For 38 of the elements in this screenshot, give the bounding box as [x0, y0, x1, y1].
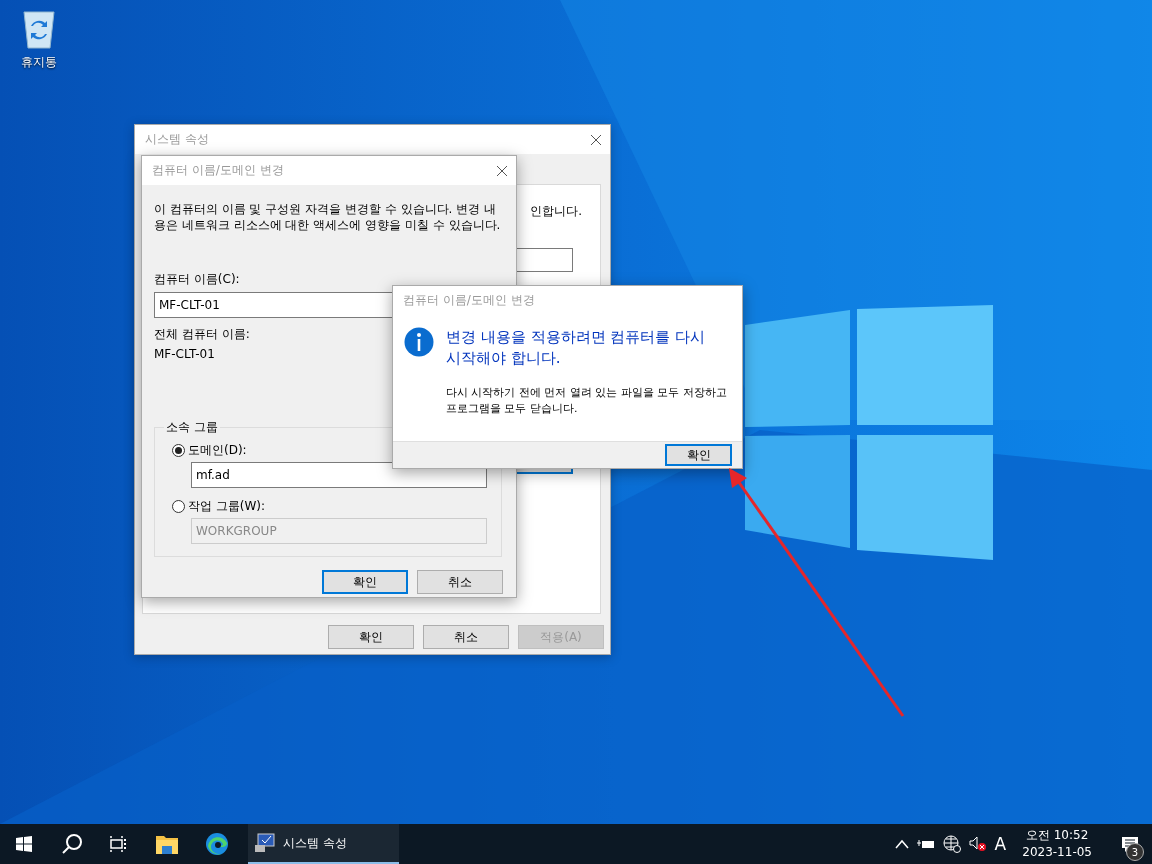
- edge-browser-icon[interactable]: [205, 832, 229, 856]
- computer-icon: [254, 833, 276, 853]
- radio-button[interactable]: [172, 444, 185, 457]
- globe-icon[interactable]: [942, 835, 961, 853]
- desktop-icon-label[interactable]: 휴지통: [21, 54, 57, 71]
- notification-button[interactable]: 3: [1108, 824, 1152, 864]
- clock[interactable]: 오전 10:52 2023-11-05: [1022, 827, 1092, 861]
- radio-label[interactable]: 도메인(D):: [188, 442, 247, 459]
- message-heading: 변경 내용을 적용하려면 컴퓨터를 다시 시작해야 합니다.: [446, 327, 707, 369]
- dialog-button[interactable]: 확인: [328, 625, 414, 649]
- dialog-button[interactable]: 취소: [417, 570, 503, 594]
- window-title: 컴퓨터 이름/도메인 변경: [152, 162, 284, 179]
- dialog-button[interactable]: 취소: [423, 625, 509, 649]
- search-icon[interactable]: [60, 833, 83, 855]
- input-field[interactable]: mf.ad: [191, 462, 487, 488]
- recycle-bin-icon[interactable]: [21, 8, 57, 50]
- message-text: 다시 시작하기 전에 먼저 열려 있는 파일을 모두 저장하고 프로그램을 모두 닫습니다.: [446, 385, 728, 417]
- field-label: 전체 컴퓨터 이름:: [154, 326, 250, 343]
- notification-count: 3: [1126, 843, 1144, 861]
- window-title: 시스템 속성: [145, 131, 209, 148]
- group-title: 소속 그룹: [165, 419, 219, 436]
- field-label: 컴퓨터 이름(C):: [154, 271, 240, 288]
- battery-icon[interactable]: [916, 837, 935, 851]
- description-text: 이 컴퓨터의 이름 및 구성원 자격을 변경할 수 있습니다. 변경 내용은 네트워크 리소스에 대한 액세스에 영향을 미칠 수 있습니다.: [154, 201, 502, 233]
- speaker-muted-icon[interactable]: [968, 836, 987, 852]
- chevron-up-icon[interactable]: [894, 839, 909, 849]
- folder-icon[interactable]: [156, 834, 178, 854]
- taskbar-app-button[interactable]: 시스템 속성: [248, 824, 399, 864]
- ok-button[interactable]: 확인: [665, 444, 732, 466]
- close-icon[interactable]: [590, 133, 602, 146]
- task-view-icon[interactable]: [109, 835, 128, 853]
- dialog-button[interactable]: 확인: [322, 570, 408, 594]
- input-method-indicator[interactable]: A: [994, 834, 1007, 854]
- full-computer-name: MF-CLT-01: [154, 347, 215, 361]
- info-icon: [404, 327, 434, 357]
- windows-start-icon[interactable]: [16, 836, 32, 852]
- close-icon[interactable]: [496, 164, 508, 177]
- description-text: 인합니다.: [530, 203, 582, 220]
